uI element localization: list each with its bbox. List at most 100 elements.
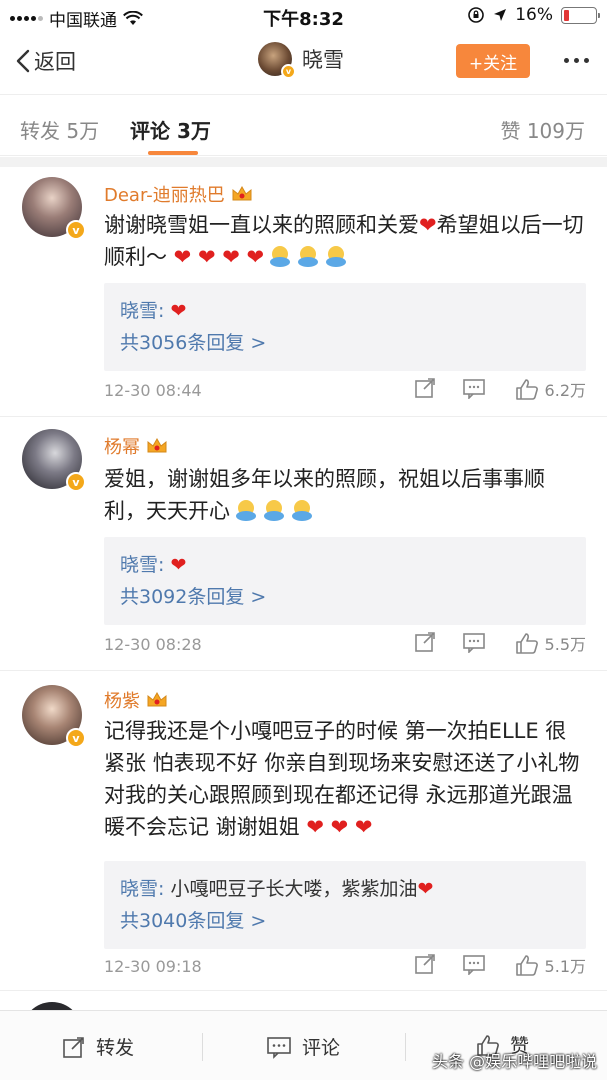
like-button[interactable]: 5.5万: [515, 631, 586, 655]
tab-bar: 转发 5万 评论 3万 赞 109万: [0, 94, 607, 156]
commenter-name[interactable]: 杨紫: [104, 687, 168, 713]
heart-icon: ❤: [170, 300, 187, 322]
heart-icon: ❤: [170, 554, 187, 576]
share-icon[interactable]: [414, 953, 436, 975]
comment-time: 12-30 08:28: [104, 635, 202, 654]
reply-author[interactable]: 晓雪:: [120, 554, 164, 576]
reply-line: 晓雪: 小嘎吧豆子长大喽，紫紫加油❤: [120, 873, 570, 905]
comment-icon[interactable]: [462, 953, 486, 975]
reply-author[interactable]: 晓雪:: [120, 878, 164, 900]
reply-text: 小嘎吧豆子长大喽，紫紫加油: [170, 878, 418, 900]
heart-icon: ❤ ❤ ❤ ❤: [167, 245, 265, 269]
commenter-name[interactable]: Dear-迪丽热巴: [104, 181, 253, 207]
verified-badge-icon: v: [66, 472, 86, 492]
tab-like[interactable]: 赞 109万: [500, 115, 585, 144]
thumbs-up-icon: [515, 633, 538, 654]
hug-emoji-icon: [264, 500, 284, 521]
like-count: 5.1万: [544, 957, 586, 976]
lock-rotation-icon: [468, 7, 485, 23]
like-button[interactable]: 6.2万: [515, 377, 586, 401]
divider: [202, 1033, 203, 1061]
avatar[interactable]: v: [22, 429, 86, 492]
commenter-name-text: 杨幂: [104, 437, 140, 458]
battery-icon: [561, 6, 600, 24]
comment-time: 12-30 08:44: [104, 381, 202, 400]
like-count: 6.2万: [544, 381, 586, 400]
commenter-name-text: Dear-迪丽热巴: [104, 185, 225, 206]
comment-text: 爱姐，谢谢姐多年以来的照顾，祝姐以后事事顺利，天天开心: [104, 463, 584, 527]
follow-button[interactable]: +关注: [456, 44, 530, 78]
like-count: 5.5万: [544, 635, 586, 654]
comment-footer: 12-30 09:18 5.1万: [104, 953, 586, 981]
comment-text-part: 谢谢晓雪姐一直以来的照顾和关爱: [104, 213, 419, 237]
crown-icon: [147, 691, 167, 707]
hug-emoji-icon: [326, 246, 347, 267]
repost-button[interactable]: 转发: [62, 1033, 134, 1060]
share-icon[interactable]: [414, 377, 436, 399]
commenter-name-text: 杨紫: [104, 691, 140, 712]
tab-repost[interactable]: 转发 5万: [20, 115, 99, 144]
share-icon: [63, 1036, 84, 1058]
tab-indicator: [148, 151, 198, 155]
comment-icon[interactable]: [462, 631, 486, 653]
nav-user[interactable]: v 晓雪: [258, 42, 344, 79]
back-label: 返回: [34, 50, 76, 74]
nav-user-name: 晓雪: [302, 48, 344, 72]
heart-icon: ❤: [417, 878, 434, 900]
location-icon: [494, 9, 507, 21]
reply-box[interactable]: 晓雪: 小嘎吧豆子长大喽，紫紫加油❤ 共3040条回复 >: [104, 861, 586, 949]
battery-fill: [564, 9, 569, 21]
status-bar: 中国联通 下午8:32 16%: [0, 0, 607, 32]
commenter-name[interactable]: 杨幂: [104, 433, 168, 459]
reply-line: 晓雪: ❤: [120, 295, 570, 327]
verified-badge-icon: v: [281, 64, 296, 79]
comment-button[interactable]: 评论: [266, 1033, 340, 1060]
avatar[interactable]: v: [22, 177, 86, 240]
divider: [0, 157, 607, 167]
reply-box[interactable]: 晓雪: ❤ 共3056条回复 >: [104, 283, 586, 371]
share-icon[interactable]: [414, 631, 436, 653]
reply-author[interactable]: 晓雪:: [120, 300, 164, 322]
heart-icon: ❤ ❤ ❤: [299, 815, 373, 839]
like-button[interactable]: 5.1万: [515, 953, 586, 977]
comment-footer: 12-30 08:28 5.5万: [104, 631, 586, 659]
comment-time: 12-30 09:18: [104, 957, 202, 976]
reply-count-link[interactable]: 共3056条回复 >: [120, 327, 570, 359]
status-right: 16%: [467, 5, 600, 25]
navigation-bar: 返回 v 晓雪 +关注: [0, 32, 607, 94]
comment-footer: 12-30 08:44 6.2万: [104, 377, 586, 405]
verified-badge-icon: v: [66, 728, 86, 748]
reply-box[interactable]: 晓雪: ❤ 共3092条回复 >: [104, 537, 586, 625]
comment-text: 谢谢晓雪姐一直以来的照顾和关爱❤希望姐以后一切顺利～ ❤ ❤ ❤ ❤: [104, 209, 584, 273]
reply-count-link[interactable]: 共3092条回复 >: [120, 581, 570, 613]
hug-emoji-icon: [270, 246, 291, 267]
crown-icon: [147, 437, 167, 453]
back-button[interactable]: 返回: [16, 46, 76, 76]
avatar[interactable]: v: [258, 42, 296, 79]
comment-item: v Dear-迪丽热巴 谢谢晓雪姐一直以来的照顾和关爱❤希望姐以后一切顺利～ ❤…: [0, 167, 607, 417]
divider: [405, 1033, 406, 1061]
hug-emoji-icon: [292, 500, 312, 521]
avatar[interactable]: v: [22, 685, 86, 748]
tab-comment[interactable]: 评论 3万: [130, 115, 211, 144]
comment-item: v 杨幂 爱姐，谢谢姐多年以来的照顾，祝姐以后事事顺利，天天开心 晓雪: ❤ 共…: [0, 417, 607, 671]
hug-emoji-icon: [236, 500, 256, 521]
watermark: 头条 @娱乐哔哩吧啦说: [432, 1052, 598, 1071]
comment-text-part: 爱姐，谢谢姐多年以来的照顾，祝姐以后事事顺利，天天开心: [104, 467, 545, 523]
comment-item: v 杨紫 记得我还是个小嘎吧豆子的时候 第一次拍ELLE 很紧张 怕表现不好 你…: [0, 671, 607, 991]
reply-line: 晓雪: ❤: [120, 549, 570, 581]
comment-icon: [267, 1036, 291, 1059]
comment-label: 评论: [302, 1037, 341, 1059]
thumbs-up-icon: [515, 379, 538, 400]
verified-badge-icon: v: [66, 220, 86, 240]
hug-emoji-icon: [298, 246, 319, 267]
battery-percent: 16%: [515, 5, 553, 25]
reply-count-link[interactable]: 共3040条回复 >: [120, 905, 570, 937]
crown-icon: [232, 185, 252, 201]
more-icon[interactable]: [564, 58, 589, 63]
thumbs-up-icon: [515, 955, 538, 976]
chevron-left-icon: [16, 49, 30, 73]
heart-icon: ❤: [419, 213, 437, 237]
comment-text: 记得我还是个小嘎吧豆子的时候 第一次拍ELLE 很紧张 怕表现不好 你亲自到现场…: [104, 715, 584, 843]
comment-icon[interactable]: [462, 377, 486, 399]
